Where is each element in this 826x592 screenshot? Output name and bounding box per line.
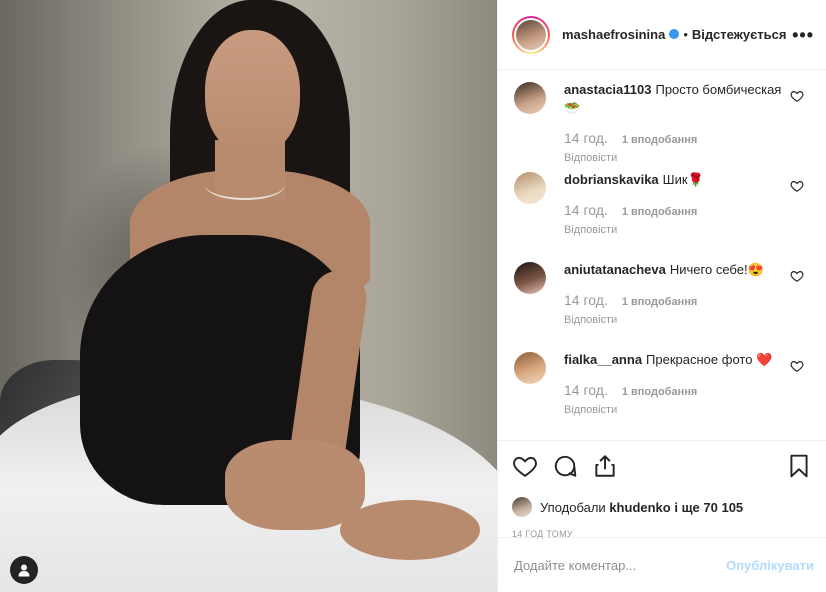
comment-likes[interactable]: 1 вподобання [622, 386, 697, 398]
publish-button[interactable]: Опублікувати [726, 558, 814, 573]
heart-icon[interactable] [512, 453, 538, 479]
commenter-avatar[interactable] [514, 82, 546, 114]
comment-icon[interactable] [552, 453, 578, 479]
liker-username[interactable]: khudenko [609, 500, 670, 515]
comment-text: Шик🌹 [662, 172, 704, 187]
photo-feet [340, 500, 480, 560]
comment-time[interactable]: 14 год. [564, 202, 608, 218]
comment-likes[interactable]: 1 вподобання [622, 134, 697, 146]
author-username[interactable]: mashaefrosinina [562, 27, 665, 42]
comment-text: Ничего себе!😍 [669, 262, 764, 277]
verified-icon [669, 28, 680, 39]
comment-likes[interactable]: 1 вподобання [622, 296, 697, 308]
photo-necklace [205, 170, 285, 200]
comment-item: aniutatanacheva Ничего себе!😍 14 год. 1 вп… [498, 251, 826, 341]
post-photo[interactable] [0, 0, 497, 592]
bookmark-icon[interactable] [786, 453, 812, 479]
post-header: mashaefrosinina • Відстежується ••• [498, 0, 826, 70]
comment-like-icon[interactable] [790, 89, 804, 103]
reply-button[interactable]: Відповісти [564, 401, 772, 419]
comments-list[interactable]: anastacia1103 Просто бомбическая 🥗 14 год… [498, 71, 826, 439]
post-sidebar: mashaefrosinina • Відстежується ••• anas… [497, 0, 826, 592]
commenter-username[interactable]: dobrianskavika [564, 172, 659, 187]
comment-like-icon[interactable] [790, 179, 804, 193]
reply-button[interactable]: Відповісти [564, 311, 764, 329]
comment-input[interactable] [514, 557, 727, 573]
add-comment-bar: Опублікувати [498, 537, 826, 592]
comment-time[interactable]: 14 год. [564, 382, 608, 398]
likes-count[interactable]: і ще 70 105 [674, 500, 743, 515]
commenter-username[interactable]: fialka__anna [564, 352, 642, 367]
likes-prefix: Уподобали [540, 499, 606, 515]
likes-summary: Уподобали khudenko і ще 70 105 [512, 497, 812, 517]
more-icon[interactable]: ••• [792, 26, 814, 44]
post-actions: Уподобали khudenko і ще 70 105 14 ГОД ТО… [498, 440, 826, 539]
commenter-username[interactable]: anastacia1103 [564, 82, 651, 97]
share-icon[interactable] [592, 453, 618, 479]
comment-item: dobrianskavika Шик🌹 14 год. 1 вподобання В… [498, 161, 826, 251]
reply-button[interactable]: Відповісти [564, 221, 704, 239]
comment-time[interactable]: 14 год. [564, 292, 608, 308]
comment-time[interactable]: 14 год. [564, 130, 608, 146]
comment-like-icon[interactable] [790, 269, 804, 283]
commenter-avatar[interactable] [514, 172, 546, 204]
instagram-post: mashaefrosinina • Відстежується ••• anas… [0, 0, 826, 592]
comment-item: fialka__anna Прекрасное фото ❤️ 14 год. 1 … [498, 341, 826, 431]
follow-status-button[interactable]: Відстежується [692, 27, 787, 42]
commenter-avatar[interactable] [514, 262, 546, 294]
commenter-avatar[interactable] [514, 352, 546, 384]
header-separator: • [683, 27, 688, 42]
user-tag-icon [18, 564, 30, 577]
photo-hands [225, 440, 365, 530]
action-icons [512, 453, 812, 479]
photo-face [205, 30, 300, 155]
author-avatar-ring[interactable] [512, 15, 550, 54]
comment-likes[interactable]: 1 вподобання [622, 206, 697, 218]
comment-text: Прекрасное фото ❤️ [646, 352, 773, 367]
comment-item: anastacia1103 Просто бомбическая 🥗 14 год… [498, 71, 826, 164]
comment-like-icon[interactable] [790, 359, 804, 373]
liker-avatar[interactable] [512, 497, 532, 517]
author-avatar[interactable] [516, 19, 546, 50]
user-tag-button[interactable] [10, 556, 38, 584]
commenter-username[interactable]: aniutatanacheva [564, 262, 666, 277]
